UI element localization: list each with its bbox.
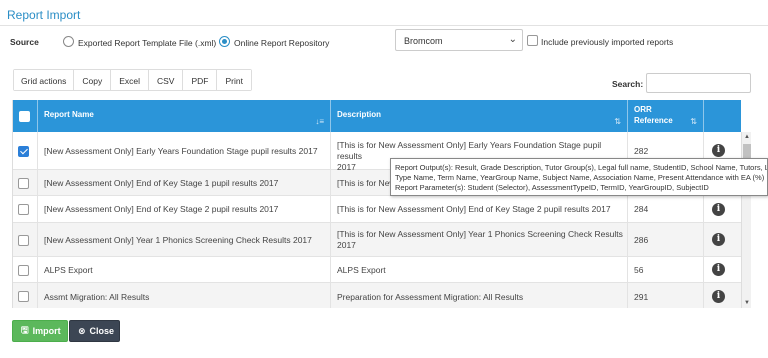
row-report-name: ALPS Export [44, 265, 93, 275]
csv-button[interactable]: CSV [149, 70, 184, 90]
source-label: Source [10, 37, 39, 47]
import-button[interactable]: 🖫 Import [12, 320, 68, 342]
grid-actions-toolbar: Grid actions Copy Excel CSV PDF Print [13, 69, 252, 91]
info-icon[interactable]: i [712, 144, 725, 157]
table-header: Report Name ↓≡ Description ⇅ ORR Referenc… [13, 100, 741, 132]
sort-icon: ⇅ [614, 117, 621, 126]
radio-online-repository-label[interactable]: Online Report Repository [234, 38, 329, 48]
copy-button[interactable]: Copy [74, 70, 112, 90]
row-orr-reference: 282 [634, 146, 649, 156]
report-info-tooltip: Report Output(s): Result, Grade Descript… [390, 158, 768, 196]
row-orr-reference: 56 [634, 265, 644, 275]
search-label: Search: [612, 79, 644, 89]
radio-online-repository[interactable] [219, 36, 230, 47]
info-icon[interactable]: i [712, 233, 725, 246]
row-description: [This is for New [337, 178, 396, 188]
close-circle-icon: ⊗ [78, 325, 86, 336]
info-icon[interactable]: i [712, 203, 725, 216]
print-button[interactable]: Print [217, 70, 251, 90]
pdf-button[interactable]: PDF [183, 70, 218, 90]
radio-exported-template[interactable] [63, 36, 74, 47]
select-all-checkbox[interactable] [19, 111, 30, 122]
repository-select[interactable]: Bromcom ⌄ [395, 29, 523, 51]
search-input[interactable] [646, 73, 751, 93]
info-icon[interactable]: i [712, 263, 725, 276]
header-description[interactable]: Description ⇅ [331, 100, 628, 132]
import-button-label: Import [32, 326, 61, 336]
header-info [704, 100, 741, 132]
table-row[interactable]: Assmt Migration: All Results Preparation… [13, 283, 741, 308]
row-report-name: [New Assessment Only] Early Years Founda… [44, 146, 318, 156]
excel-button[interactable]: Excel [111, 70, 149, 90]
row-report-name: Assmt Migration: All Results [44, 292, 150, 302]
chevron-down-icon: ⌄ [508, 34, 517, 45]
table-row[interactable]: ALPS Export ALPS Export 56 i [13, 257, 741, 283]
tooltip-line: Type Name, Term Name, YearGroup Name, Su… [395, 173, 765, 182]
row-description: [This is for New Assessment Only] Year 1… [337, 229, 623, 250]
row-report-name: [New Assessment Only] End of Key Stage 1… [44, 178, 279, 188]
tooltip-line: Report Parameter(s): Student (Selector),… [395, 183, 709, 192]
save-icon: 🖫 [21, 325, 29, 335]
reports-table: Report Name ↓≡ Description ⇅ ORR Referenc… [12, 100, 741, 308]
include-previous-checkbox[interactable] [527, 35, 538, 46]
sort-icon: ⇅ [690, 117, 697, 126]
grid-actions-label: Grid actions [14, 70, 75, 90]
row-orr-reference: 286 [634, 235, 649, 245]
close-button-label: Close [89, 326, 115, 336]
row-checkbox[interactable] [18, 178, 29, 189]
table-row[interactable]: [New Assessment Only] End of Key Stage 2… [13, 196, 741, 223]
row-description: [This is for New Assessment Only] End of… [337, 204, 611, 214]
header-orr-reference[interactable]: ORR Reference ⇅ [628, 100, 704, 132]
include-previous-label[interactable]: Include previously imported reports [541, 37, 673, 47]
close-button[interactable]: ⊗ Close [69, 320, 120, 342]
row-orr-reference: 291 [634, 292, 649, 302]
dialog-title: Report Import [7, 8, 81, 22]
radio-exported-template-label[interactable]: Exported Report Template File (.xml) [78, 38, 216, 48]
header-orr-reference-label: ORR Reference [634, 105, 673, 125]
row-checkbox[interactable] [18, 204, 29, 215]
row-checkbox[interactable] [18, 291, 29, 302]
tooltip-line: Report Output(s): Result, Grade Descript… [395, 163, 768, 172]
repository-select-value: Bromcom [404, 36, 443, 46]
scroll-up-icon[interactable]: ▲ [744, 134, 750, 140]
row-checkbox[interactable] [18, 265, 29, 276]
scroll-down-icon[interactable]: ▼ [744, 300, 750, 306]
header-report-name[interactable]: Report Name ↓≡ [38, 100, 331, 132]
row-report-name: [New Assessment Only] Year 1 Phonics Scr… [44, 235, 312, 245]
row-orr-reference: 284 [634, 204, 649, 214]
table-row[interactable]: [New Assessment Only] Year 1 Phonics Scr… [13, 223, 741, 257]
row-checkbox[interactable] [18, 235, 29, 246]
sort-icon: ↓≡ [315, 117, 324, 126]
dialog-title-bar: Report Import [0, 0, 768, 26]
row-checkbox[interactable] [18, 146, 29, 157]
header-description-label: Description [337, 110, 382, 119]
header-select-all-cell [13, 100, 38, 132]
info-icon[interactable]: i [712, 290, 725, 303]
row-description: Preparation for Assessment Migration: Al… [337, 292, 524, 302]
row-description: ALPS Export [337, 265, 386, 275]
row-report-name: [New Assessment Only] End of Key Stage 2… [44, 204, 279, 214]
header-report-name-label: Report Name [44, 110, 94, 119]
